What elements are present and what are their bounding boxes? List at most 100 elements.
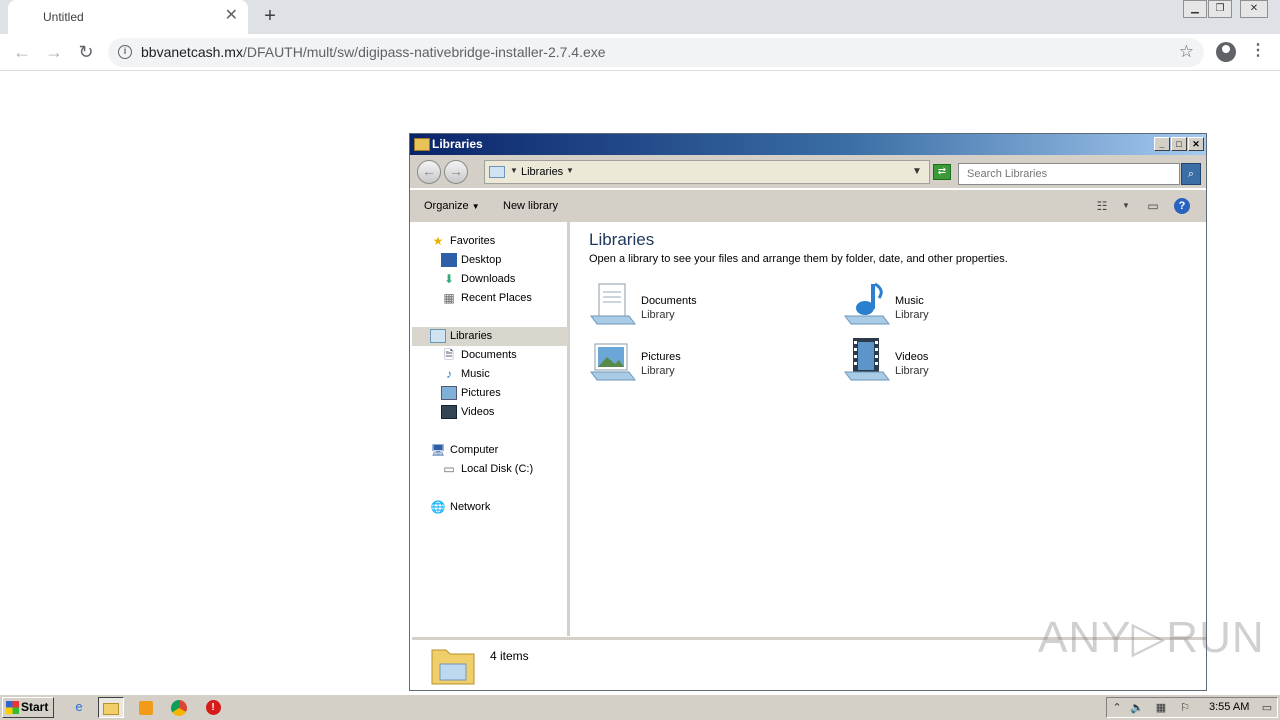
- nav-network[interactable]: 🌐 Network: [430, 498, 491, 517]
- bookmark-star-icon[interactable]: ☆: [1179, 42, 1194, 62]
- search-box[interactable]: [958, 163, 1180, 185]
- desktop-icon: [441, 253, 457, 268]
- nav-network-label: Network: [450, 501, 491, 513]
- show-desktop-icon[interactable]: ▭: [1259, 700, 1275, 716]
- folder-icon: [414, 138, 430, 151]
- explorer-forward-button[interactable]: →: [444, 160, 468, 184]
- nav-favorites-label: Favorites: [450, 235, 496, 247]
- url-path: /DFAUTH/mult/sw/digipass-nativebridge-in…: [242, 44, 606, 60]
- downloads-icon: ⬇: [443, 272, 455, 287]
- nav-favorites[interactable]: ★ Favorites: [430, 232, 496, 251]
- view-dropdown-icon[interactable]: ▼: [1117, 198, 1135, 214]
- clock[interactable]: 3:55 AM: [1209, 701, 1249, 713]
- breadcrumb-arrow-icon[interactable]: ▼: [510, 166, 518, 175]
- documents-library-icon: [590, 283, 636, 325]
- nav-documents[interactable]: 🗎 Documents: [441, 346, 517, 365]
- system-tray: ⌃ 🔈 ▦ ⚐ 3:55 AM ▭: [1106, 697, 1278, 718]
- back-arrow-icon[interactable]: ←: [10, 40, 34, 64]
- chrome-taskbar-icon[interactable]: [166, 697, 192, 718]
- nav-documents-label: Documents: [461, 349, 517, 361]
- help-icon[interactable]: ?: [1174, 198, 1190, 214]
- nav-videos[interactable]: Videos: [441, 403, 494, 422]
- library-documents-sub: Library: [641, 309, 675, 321]
- media-player-icon[interactable]: [133, 697, 159, 718]
- tab-title: Untitled: [43, 10, 84, 24]
- chrome-menu-icon[interactable]: ⋮: [1250, 42, 1266, 62]
- tab-close-icon[interactable]: ✕: [225, 7, 238, 25]
- nav-libraries[interactable]: Libraries: [412, 327, 568, 346]
- breadcrumb-dropdown-icon[interactable]: ▼: [566, 166, 574, 175]
- search-icon[interactable]: ⌕: [1181, 163, 1201, 185]
- explorer-address-toolbar: ← → ▼ Libraries ▼ ▼ ⇄ ⌕: [410, 155, 1206, 188]
- browser-tabstrip: Untitled ✕ + ▁ ❐ ✕: [0, 0, 1280, 34]
- info-icon[interactable]: i: [118, 45, 132, 59]
- library-music-name: Music: [895, 295, 924, 307]
- start-label: Start: [21, 700, 49, 714]
- profile-avatar-icon[interactable]: [1216, 42, 1236, 62]
- music-icon: ♪: [446, 367, 452, 382]
- nav-recent-places-label: Recent Places: [461, 292, 532, 304]
- nav-music[interactable]: ♪ Music: [441, 365, 490, 384]
- network-tray-icon[interactable]: ▦: [1153, 700, 1169, 716]
- navigation-pane: ★ Favorites Desktop ⬇ Downloads ▦ Recent Pl…: [412, 222, 570, 636]
- nav-pictures[interactable]: Pictures: [441, 384, 501, 403]
- new-tab-button[interactable]: +: [260, 5, 280, 27]
- content-description: Open a library to see your files and arr…: [589, 253, 1008, 265]
- address-history-dropdown-icon[interactable]: ▼: [912, 166, 922, 177]
- nav-local-disk[interactable]: ▭ Local Disk (C:): [441, 460, 533, 479]
- library-videos-name: Videos: [895, 351, 929, 363]
- library-videos-sub: Library: [895, 365, 929, 377]
- nav-libraries-label: Libraries: [450, 330, 493, 342]
- star-icon: ★: [432, 234, 444, 249]
- address-bar[interactable]: i bbvanetcash.mx/DFAUTH/mult/sw/digipass…: [108, 38, 1204, 67]
- organize-button[interactable]: Organize ▼: [424, 200, 480, 212]
- nav-downloads[interactable]: ⬇ Downloads: [441, 270, 515, 289]
- library-pictures-sub: Library: [641, 365, 675, 377]
- documents-icon: 🗎: [444, 348, 454, 363]
- url-host: bbvanetcash.mx: [141, 44, 243, 60]
- explorer-maximize-button[interactable]: □: [1171, 137, 1187, 151]
- videos-icon: [441, 405, 457, 420]
- preview-pane-icon[interactable]: ▭: [1144, 198, 1162, 214]
- opera-stop-icon[interactable]: !: [200, 697, 226, 718]
- browser-tab[interactable]: Untitled ✕: [8, 0, 248, 34]
- nav-recent-places[interactable]: ▦ Recent Places: [441, 289, 532, 308]
- organize-dropdown-icon: ▼: [471, 202, 480, 211]
- taskbar: Start e ! ⌃ 🔈 ▦ ⚐ 3:55 AM ▭: [0, 694, 1280, 720]
- breadcrumb-libraries[interactable]: Libraries: [521, 166, 563, 178]
- forward-arrow-icon[interactable]: →: [42, 40, 66, 64]
- explorer-back-button[interactable]: ←: [417, 160, 441, 184]
- library-music[interactable]: Music Library: [843, 282, 1063, 332]
- explorer-taskbar-icon[interactable]: [98, 697, 124, 718]
- internet-explorer-icon[interactable]: e: [66, 697, 92, 718]
- search-input[interactable]: [965, 165, 1165, 183]
- new-library-button[interactable]: New library: [503, 200, 558, 212]
- refresh-icon[interactable]: ⇄: [933, 164, 951, 180]
- network-icon: 🌐: [430, 500, 446, 515]
- windows-logo-icon: [6, 701, 19, 714]
- library-pictures[interactable]: Pictures Library: [589, 338, 809, 388]
- nav-computer[interactable]: 🖥 Computer: [430, 441, 498, 460]
- explorer-minimize-button[interactable]: _: [1154, 137, 1170, 151]
- start-button[interactable]: Start: [2, 697, 54, 718]
- nav-computer-label: Computer: [450, 444, 499, 456]
- action-center-flag-icon[interactable]: ⚐: [1177, 700, 1193, 716]
- minimize-button[interactable]: ▁: [1183, 0, 1207, 18]
- show-hidden-icons-icon[interactable]: ⌃: [1109, 700, 1125, 716]
- reload-icon[interactable]: ↻: [74, 40, 98, 64]
- library-videos[interactable]: Videos Library: [843, 338, 1063, 388]
- close-window-button[interactable]: ✕: [1240, 0, 1268, 18]
- nav-desktop[interactable]: Desktop: [441, 251, 501, 270]
- libraries-icon: [430, 329, 446, 344]
- url-text[interactable]: bbvanetcash.mx/DFAUTH/mult/sw/digipass-n…: [141, 44, 606, 60]
- browser-toolbar: ← → ↻ i bbvanetcash.mx/DFAUTH/mult/sw/di…: [0, 34, 1280, 71]
- explorer-address-box[interactable]: ▼ Libraries ▼ ▼: [484, 160, 930, 184]
- change-view-icon[interactable]: ☷: [1093, 198, 1111, 214]
- explorer-titlebar[interactable]: Libraries _ □ ✕: [410, 134, 1206, 155]
- library-documents[interactable]: Documents Library: [589, 282, 809, 332]
- nav-desktop-label: Desktop: [461, 254, 502, 266]
- explorer-close-button[interactable]: ✕: [1188, 137, 1204, 151]
- pictures-icon: [441, 386, 457, 401]
- volume-icon[interactable]: 🔈: [1129, 700, 1145, 716]
- restore-button[interactable]: ❐: [1208, 0, 1232, 18]
